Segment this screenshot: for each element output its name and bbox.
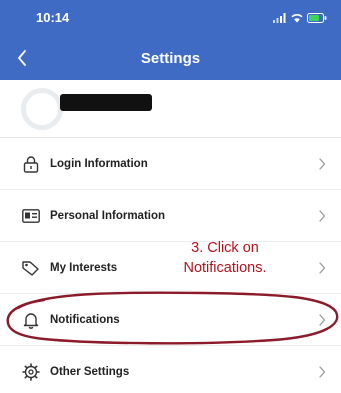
- annotation-text: 3. Click on Notifications.: [170, 238, 280, 278]
- tag-icon: [22, 259, 40, 277]
- chevron-right-icon: [319, 365, 326, 378]
- wifi-icon: [291, 14, 303, 23]
- chevron-right-icon: [319, 157, 326, 170]
- menu-item-label: Notifications: [50, 313, 120, 326]
- redacted-user-name: [60, 94, 152, 111]
- menu-item-notifications[interactable]: Notifications: [0, 294, 341, 346]
- annotation-line-2: Notifications.: [183, 260, 267, 276]
- menu-item-label: My Interests: [50, 261, 118, 274]
- lock-icon: [22, 155, 40, 173]
- gear-icon: [22, 362, 40, 381]
- page-title: Settings: [140, 50, 201, 67]
- menu-item-login-information[interactable]: Login Information: [0, 138, 341, 190]
- chevron-right-icon: [319, 261, 326, 274]
- chevron-right-icon: [319, 313, 326, 326]
- signal-icon: [273, 13, 286, 23]
- menu-item-personal-information[interactable]: Personal Information: [0, 190, 341, 242]
- battery-icon: [307, 13, 327, 23]
- profile-row[interactable]: [0, 80, 341, 138]
- status-time: 10:14: [36, 10, 70, 25]
- app-header: 10:14 Settings: [0, 0, 341, 80]
- menu-item-label: Login Information: [50, 157, 148, 170]
- chevron-right-icon: [319, 209, 326, 222]
- menu-item-label: Other Settings: [50, 365, 130, 378]
- avatar: [21, 88, 63, 130]
- menu-item-label: Personal Information: [50, 209, 166, 222]
- id-card-icon: [22, 207, 40, 225]
- bell-icon: [22, 311, 40, 329]
- menu-item-other-settings[interactable]: Other Settings: [0, 346, 341, 393]
- status-icons: [273, 12, 327, 24]
- annotation-line-1: 3. Click on: [191, 240, 259, 256]
